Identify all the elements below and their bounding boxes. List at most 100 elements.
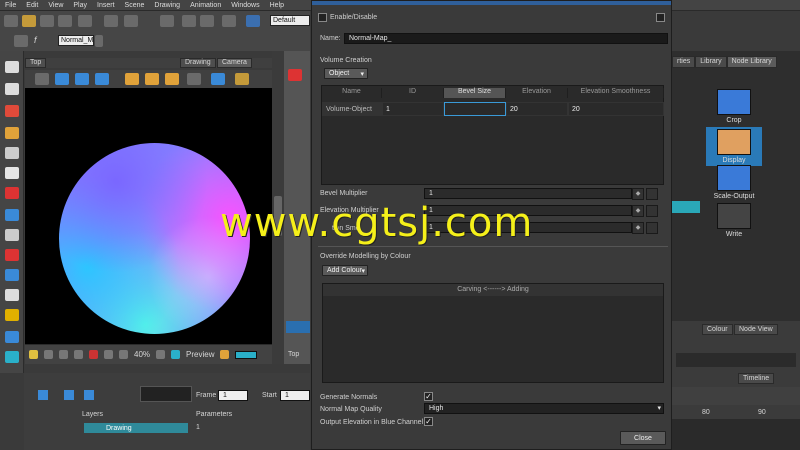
loop-icon[interactable] (64, 390, 74, 400)
normal-map-quality-select[interactable]: High ▾ (424, 403, 664, 414)
menu-file[interactable]: File (0, 2, 21, 9)
close-button[interactable]: Close (620, 431, 666, 445)
dialog-color-checkbox[interactable] (656, 13, 665, 22)
save-all-icon[interactable] (78, 15, 92, 27)
col-id[interactable]: ID (382, 88, 444, 98)
light-node[interactable] (286, 321, 310, 333)
drawing-combo[interactable]: Normal_M (58, 35, 94, 46)
menu-insert[interactable]: Insert (92, 2, 120, 9)
hand-icon[interactable] (5, 289, 19, 301)
chevron-down-icon[interactable] (95, 35, 103, 47)
undo-icon[interactable] (104, 15, 118, 27)
tab-colour[interactable]: Colour (702, 324, 733, 335)
save-icon[interactable] (40, 15, 54, 27)
dialog-titlebar[interactable] (312, 1, 671, 5)
splitter[interactable] (272, 51, 284, 364)
pencil-icon[interactable] (5, 127, 19, 139)
generate-normals-checkbox[interactable]: ✓ (424, 392, 433, 401)
elevation-multiplier-function-icon[interactable] (646, 205, 658, 217)
tab-node-library[interactable]: Node Library (726, 56, 777, 68)
text-tool-icon[interactable] (5, 147, 19, 159)
node-write[interactable]: Write (706, 203, 762, 238)
cell-bevel-size[interactable] (444, 102, 506, 116)
flip-icon[interactable] (187, 73, 201, 85)
camera-view-canvas[interactable] (25, 88, 272, 344)
node-view-partial[interactable]: Top (284, 51, 310, 364)
cell-elevation-smoothness[interactable]: 20 (568, 102, 664, 116)
menu-animation[interactable]: Animation (185, 2, 226, 9)
node-scale-output[interactable]: Scale-Output (706, 165, 762, 200)
zoom-level[interactable]: 40% (134, 350, 150, 359)
eraser-icon[interactable] (5, 167, 19, 179)
contour-editor-icon[interactable] (5, 83, 19, 95)
cell-elevation[interactable]: 20 (506, 102, 568, 116)
col-name[interactable]: Name (322, 88, 382, 98)
menu-play[interactable]: Play (68, 2, 92, 9)
workspace-combo[interactable]: Default (270, 15, 310, 26)
grid-toggle-icon[interactable] (35, 73, 49, 85)
dropper-icon[interactable] (5, 249, 19, 261)
safe-area-icon[interactable] (55, 73, 69, 85)
pin-icon[interactable] (14, 35, 28, 47)
cell-id[interactable]: 1 (382, 102, 444, 116)
node-tool-icon[interactable] (288, 69, 302, 81)
menu-windows[interactable]: Windows (226, 2, 264, 9)
cell-name[interactable]: Volume-Object (322, 102, 382, 116)
paste-icon[interactable] (222, 15, 236, 27)
redo-icon[interactable] (124, 15, 138, 27)
rotate-view-icon[interactable] (5, 269, 19, 281)
line-tool-icon[interactable] (5, 209, 19, 221)
zoom-icon[interactable] (119, 350, 128, 359)
brightness-icon[interactable] (165, 73, 179, 85)
elevation-smoothing-spinner[interactable]: ◆ (632, 222, 644, 234)
rigging-icon[interactable] (5, 309, 19, 321)
record-icon[interactable] (89, 350, 98, 359)
menu-view[interactable]: View (43, 2, 68, 9)
import-icon[interactable] (95, 73, 109, 85)
elevation-smoothing-input[interactable]: 1 (424, 222, 632, 233)
color-swatch[interactable] (235, 350, 258, 359)
play-icon[interactable] (38, 390, 48, 400)
elevation-smoothing-function-icon[interactable] (646, 222, 658, 234)
menu-help[interactable]: Help (265, 2, 289, 9)
settings-icon[interactable] (156, 350, 166, 359)
mask-icon[interactable] (74, 350, 83, 359)
tab-library[interactable]: Library (695, 56, 727, 68)
elevation-multiplier-input[interactable]: 1 (424, 205, 632, 216)
onion-skin-icon[interactable] (75, 73, 89, 85)
paint-icon[interactable] (235, 73, 249, 85)
preview-icon[interactable] (171, 350, 181, 359)
collapse-arrows-icon[interactable] (274, 196, 282, 236)
camera-icon[interactable] (211, 73, 225, 85)
cut-icon[interactable] (182, 15, 196, 27)
light-icon[interactable] (145, 73, 159, 85)
stroke-icon[interactable] (5, 351, 19, 363)
menu-edit[interactable]: Edit (21, 2, 43, 9)
node-crop[interactable]: Crop (706, 89, 762, 124)
output-elevation-checkbox[interactable]: ✓ (424, 417, 433, 426)
node-view-tab-top[interactable]: Top (288, 351, 299, 358)
new-file-icon[interactable] (4, 15, 18, 27)
image-icon[interactable] (59, 350, 68, 359)
reset-view-icon[interactable] (104, 350, 113, 359)
save-as-icon[interactable] (58, 15, 72, 27)
cutter-icon[interactable] (5, 229, 19, 241)
col-elevation[interactable]: Elevation (506, 88, 568, 98)
tab-timeline[interactable]: Timeline (738, 373, 775, 384)
view-icon[interactable] (246, 15, 260, 27)
bevel-multiplier-function-icon[interactable] (646, 188, 658, 200)
render-icon[interactable] (220, 350, 230, 359)
name-input[interactable]: Normal-Map_ (344, 33, 668, 44)
layer-row-drawing[interactable]: Drawing (84, 423, 188, 433)
paint-bucket-icon[interactable] (5, 187, 19, 199)
open-folder-icon[interactable] (22, 15, 36, 27)
col-elevation-smoothness[interactable]: Elevation Smoothness (568, 88, 664, 98)
tab-camera[interactable]: Camera (217, 58, 252, 68)
menu-scene[interactable]: Scene (120, 2, 150, 9)
enable-checkbox[interactable] (318, 13, 327, 22)
lightbulb-icon[interactable] (29, 350, 38, 359)
bevel-multiplier-input[interactable]: 1 (424, 188, 632, 199)
brush-icon[interactable] (5, 105, 19, 117)
playback-speed-slider[interactable] (140, 386, 192, 402)
frame-input[interactable]: 1 (218, 390, 248, 401)
